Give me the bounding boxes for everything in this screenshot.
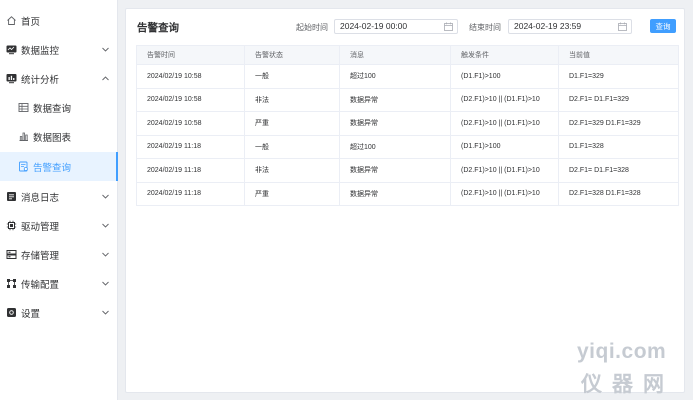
cell-alarm-time: 2024/02/19 11:18 <box>136 158 245 183</box>
sidebar-item-label: 传输配置 <box>21 279 60 291</box>
sidebar-item-driver-mgmt[interactable]: 驱动管理 <box>0 211 118 240</box>
sidebar-item-label: 数据图表 <box>33 132 72 144</box>
cell-trigger-condition: (D2.F1)>10 || (D1.F1)>10 <box>450 181 559 206</box>
chevron-down-icon <box>102 194 109 199</box>
alarm-doc-icon <box>18 161 29 172</box>
cell-alarm-status: 严重 <box>244 181 340 206</box>
cell-current-value: D1.F1=328 <box>558 134 679 159</box>
chevron-down-icon <box>102 281 109 286</box>
cell-alarm-status: 非法 <box>244 158 340 183</box>
end-time-input[interactable]: 2024-02-19 23:59 <box>508 19 632 34</box>
cell-message: 超过100 <box>339 64 451 89</box>
cell-trigger-condition: (D2.F1)>10 || (D1.F1)>10 <box>450 158 559 183</box>
home-icon <box>6 15 17 26</box>
alarm-table: 告警时间 告警状态 消息 触发条件 当前值 2024/02/19 10:58 一… <box>136 45 679 206</box>
chart-analytics-icon <box>6 73 17 84</box>
table-row[interactable]: 2024/02/19 11:18 一般 超过100 (D1.F1)>100 D1… <box>136 134 679 159</box>
cell-trigger-condition: (D1.F1)>100 <box>450 134 559 159</box>
header-trigger-condition[interactable]: 触发条件 <box>450 45 559 65</box>
sidebar-item-label: 统计分析 <box>21 74 60 86</box>
sidebar-item-label: 首页 <box>21 16 41 28</box>
sidebar-item-label: 数据监控 <box>21 45 60 57</box>
cell-alarm-time: 2024/02/19 11:18 <box>136 181 245 206</box>
chip-icon <box>6 220 17 231</box>
bar-chart-icon <box>18 131 29 142</box>
chevron-down-icon <box>102 252 109 257</box>
end-time-label: 结束时间 <box>469 23 501 32</box>
monitor-icon <box>6 44 17 55</box>
settings-icon <box>6 307 17 318</box>
table-row[interactable]: 2024/02/19 11:18 非法 数据异常 (D2.F1)>10 || (… <box>136 158 679 183</box>
sidebar-item-storage-mgmt[interactable]: 存储管理 <box>0 240 118 269</box>
cell-message: 数据异常 <box>339 158 451 183</box>
sidebar-item-home[interactable]: 首页 <box>0 6 118 35</box>
cell-alarm-time: 2024/02/19 10:58 <box>136 64 245 89</box>
cell-trigger-condition: (D1.F1)>100 <box>450 64 559 89</box>
transfer-icon <box>6 278 17 289</box>
table-row[interactable]: 2024/02/19 11:18 严重 数据异常 (D2.F1)>10 || (… <box>136 181 679 206</box>
end-time-value: 2024-02-19 23:59 <box>514 21 582 31</box>
sidebar-item-label: 存储管理 <box>21 250 60 262</box>
header-current-value[interactable]: 当前值 <box>558 45 679 65</box>
start-time-value: 2024-02-19 00:00 <box>340 21 408 31</box>
page-title: 告警查询 <box>137 22 179 34</box>
chevron-down-icon <box>102 47 109 52</box>
cell-alarm-status: 一般 <box>244 64 340 89</box>
header-alarm-status[interactable]: 告警状态 <box>244 45 340 65</box>
start-time-label: 起始时间 <box>296 23 328 32</box>
message-log-icon <box>6 191 17 202</box>
sidebar-item-label: 消息日志 <box>21 192 60 204</box>
table-row[interactable]: 2024/02/19 10:58 一般 超过100 (D1.F1)>100 D1… <box>136 64 679 89</box>
table-icon <box>18 102 29 113</box>
table-row[interactable]: 2024/02/19 10:58 非法 数据异常 (D2.F1)>10 || (… <box>136 87 679 112</box>
cell-trigger-condition: (D2.F1)>10 || (D1.F1)>10 <box>450 111 559 136</box>
sidebar: 首页 数据监控 统计分析 数据查询 数据图表 告警查询 消息日志 驱动管理 存储… <box>0 0 118 400</box>
sidebar-item-statistics[interactable]: 统计分析 <box>0 64 118 93</box>
chevron-down-icon <box>102 223 109 228</box>
cell-alarm-time: 2024/02/19 10:58 <box>136 111 245 136</box>
sidebar-item-message-log[interactable]: 消息日志 <box>0 182 118 211</box>
table-row[interactable]: 2024/02/19 10:58 严重 数据异常 (D2.F1)>10 || (… <box>136 111 679 136</box>
sidebar-item-label: 驱动管理 <box>21 221 60 233</box>
watermark-brand: 仪器网 <box>581 373 674 396</box>
sidebar-item-data-query[interactable]: 数据查询 <box>0 93 118 122</box>
sidebar-item-label: 告警查询 <box>33 162 72 174</box>
cell-trigger-condition: (D2.F1)>10 || (D1.F1)>10 <box>450 87 559 112</box>
header-message[interactable]: 消息 <box>339 45 451 65</box>
sidebar-item-label: 数据查询 <box>33 103 72 115</box>
sidebar-item-data-chart[interactable]: 数据图表 <box>0 122 118 151</box>
header-alarm-time[interactable]: 告警时间 <box>136 45 245 65</box>
cell-current-value: D1.F1=329 <box>558 64 679 89</box>
watermark-domain: yiqi.com <box>577 340 667 363</box>
cell-alarm-status: 严重 <box>244 111 340 136</box>
cell-current-value: D2.F1=328 D1.F1=328 <box>558 181 679 206</box>
sidebar-item-settings[interactable]: 设置 <box>0 298 118 327</box>
cell-message: 数据异常 <box>339 87 451 112</box>
cell-alarm-status: 一般 <box>244 134 340 159</box>
cell-alarm-time: 2024/02/19 10:58 <box>136 87 245 112</box>
chevron-up-icon <box>102 76 109 81</box>
sidebar-item-data-monitor[interactable]: 数据监控 <box>0 35 118 64</box>
watermark: yiqi.com 仪器网 <box>577 340 689 398</box>
cell-alarm-status: 非法 <box>244 87 340 112</box>
calendar-icon <box>618 22 627 31</box>
sidebar-item-alarm-query[interactable]: 告警查询 <box>0 152 118 181</box>
sidebar-item-label: 设置 <box>21 308 41 320</box>
chevron-down-icon <box>102 310 109 315</box>
cell-current-value: D2.F1= D1.F1=328 <box>558 158 679 183</box>
cell-current-value: D2.F1= D1.F1=329 <box>558 87 679 112</box>
start-time-input[interactable]: 2024-02-19 00:00 <box>334 19 458 34</box>
alarm-query-panel: 告警查询 起始时间 2024-02-19 00:00 结束时间 2024-02-… <box>125 8 685 393</box>
storage-icon <box>6 249 17 260</box>
calendar-icon <box>444 22 453 31</box>
table-header-row: 告警时间 告警状态 消息 触发条件 当前值 <box>136 45 679 65</box>
cell-alarm-time: 2024/02/19 11:18 <box>136 134 245 159</box>
cell-message: 数据异常 <box>339 181 451 206</box>
sidebar-item-transfer-config[interactable]: 传输配置 <box>0 269 118 298</box>
query-button[interactable]: 查询 <box>650 19 676 33</box>
cell-current-value: D2.F1=329 D1.F1=329 <box>558 111 679 136</box>
cell-message: 超过100 <box>339 134 451 159</box>
cell-message: 数据异常 <box>339 111 451 136</box>
